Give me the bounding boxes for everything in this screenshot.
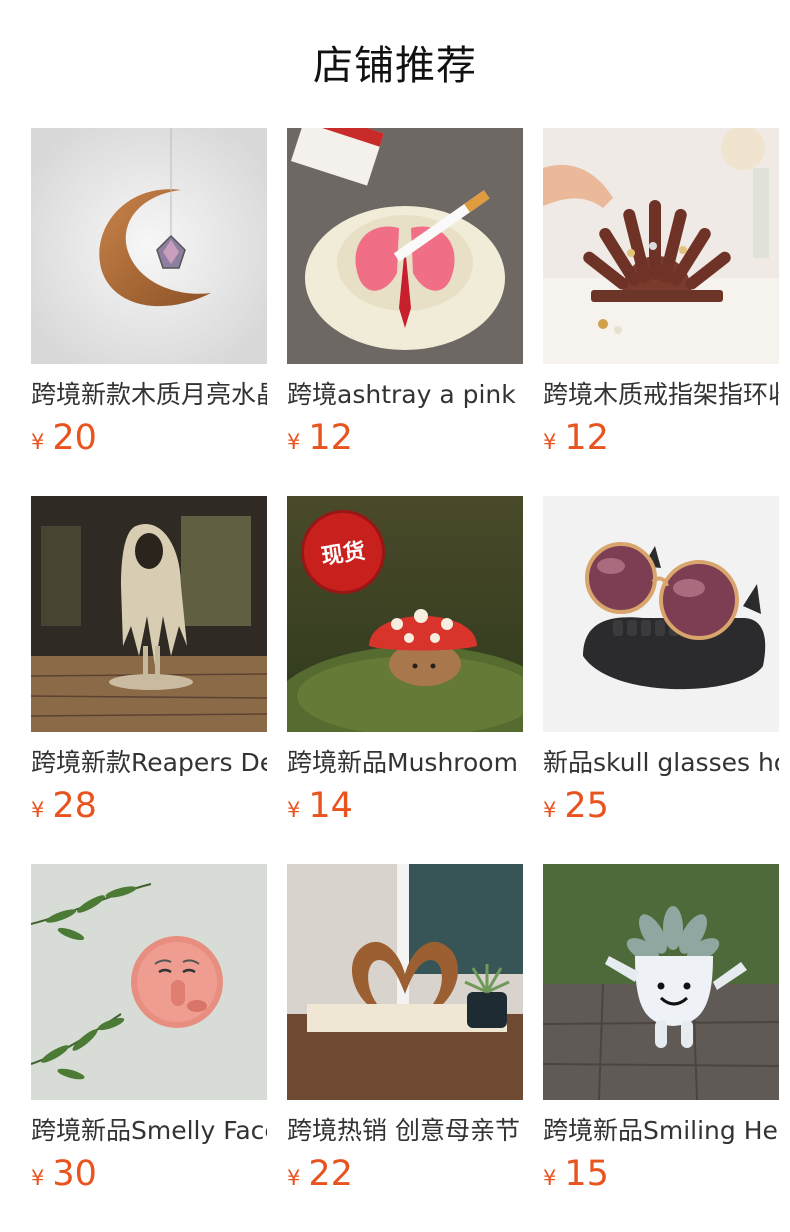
product-name[interactable]: 跨境新款木质月亮水晶: [31, 378, 267, 412]
store-recommendations-page: 店铺推荐 跨境新款木质月亮水晶 ¥ 20 跨境ashtray a pink ¥ …: [0, 0, 790, 1232]
product-card[interactable]: 新品skull glasses holder ¥25: [543, 496, 779, 832]
product-price: ¥14: [287, 786, 523, 832]
product-card[interactable]: 跨境热销 创意母亲节 ¥22: [287, 864, 523, 1200]
price-value: 12: [564, 418, 609, 458]
product-price: ¥30: [31, 1154, 267, 1200]
currency-symbol: ¥: [31, 798, 45, 822]
price-value: 14: [308, 786, 353, 826]
smiling-planter-image[interactable]: [543, 864, 779, 1100]
product-name[interactable]: 跨境新品Smelly Face: [31, 1114, 267, 1148]
product-name[interactable]: 跨境新款Reapers Decor: [31, 746, 267, 780]
product-card[interactable]: 跨境ashtray a pink lung ¥12: [287, 128, 523, 464]
section-title: 店铺推荐: [313, 43, 477, 89]
moon-suncatcher-image[interactable]: [31, 128, 267, 364]
price-value: 25: [564, 786, 609, 826]
product-card[interactable]: 跨境新品Smiling Head ¥15: [543, 864, 779, 1200]
product-card[interactable]: 跨境木质戒指架指环收纳 ¥12: [543, 128, 779, 464]
product-grid: 跨境新款木质月亮水晶 ¥20 跨境ashtray a pink ¥ 12 跨境木…: [31, 128, 790, 1200]
in-stock-badge: 现货: [301, 510, 385, 594]
price-value: 20: [52, 418, 97, 458]
product-name[interactable]: 跨境ashtray a pink lung: [287, 378, 523, 412]
badge-label: 现货: [319, 538, 367, 570]
product-price: ¥15: [543, 1154, 779, 1200]
currency-symbol: ¥: [287, 430, 301, 454]
lung-ashtray-image[interactable]: [287, 128, 523, 364]
currency-symbol: ¥: [31, 1166, 45, 1190]
product-price: ¥28: [31, 786, 267, 832]
product-price: ¥22: [287, 1154, 523, 1200]
product-name[interactable]: 跨境热销 创意母亲节: [287, 1114, 523, 1148]
price-value: 30: [52, 1154, 97, 1194]
currency-symbol: ¥: [31, 430, 45, 454]
product-name[interactable]: 新品skull glasses holder: [543, 746, 779, 780]
currency-symbol: ¥: [543, 430, 557, 454]
price-value: 22: [308, 1154, 353, 1194]
product-name[interactable]: 跨境新品Smiling Head: [543, 1114, 779, 1148]
product-price: ¥20: [31, 418, 267, 464]
currency-symbol: ¥: [543, 1166, 557, 1190]
currency-symbol: ¥: [287, 798, 301, 822]
heart-hands-sculpture-image[interactable]: [287, 864, 523, 1100]
currency-symbol: ¥: [287, 1166, 301, 1190]
price-value: 15: [564, 1154, 609, 1194]
product-price: ¥25: [543, 786, 779, 832]
smelly-face-plaque-image[interactable]: [31, 864, 267, 1100]
product-price: ¥12: [543, 418, 779, 464]
mushroom-figure-image[interactable]: 现货: [287, 496, 523, 732]
product-name[interactable]: 跨境木质戒指架指环收纳: [543, 378, 779, 412]
product-card[interactable]: 跨境新款木质月亮水晶 ¥20: [31, 128, 267, 464]
ring-holder-image[interactable]: [543, 128, 779, 364]
product-price: ¥12: [287, 418, 523, 464]
price-value: 12: [308, 418, 353, 458]
product-card[interactable]: 跨境新款Reapers Decor ¥28: [31, 496, 267, 832]
product-card[interactable]: 跨境新品Smelly Face ¥30: [31, 864, 267, 1200]
product-name[interactable]: 跨境新品Mushroom: [287, 746, 523, 780]
skull-glasses-holder-image[interactable]: [543, 496, 779, 732]
currency-symbol: ¥: [543, 798, 557, 822]
product-card[interactable]: 现货 跨境新品Mushroom ¥14: [287, 496, 523, 832]
reaper-statue-image[interactable]: [31, 496, 267, 732]
price-value: 28: [52, 786, 97, 826]
